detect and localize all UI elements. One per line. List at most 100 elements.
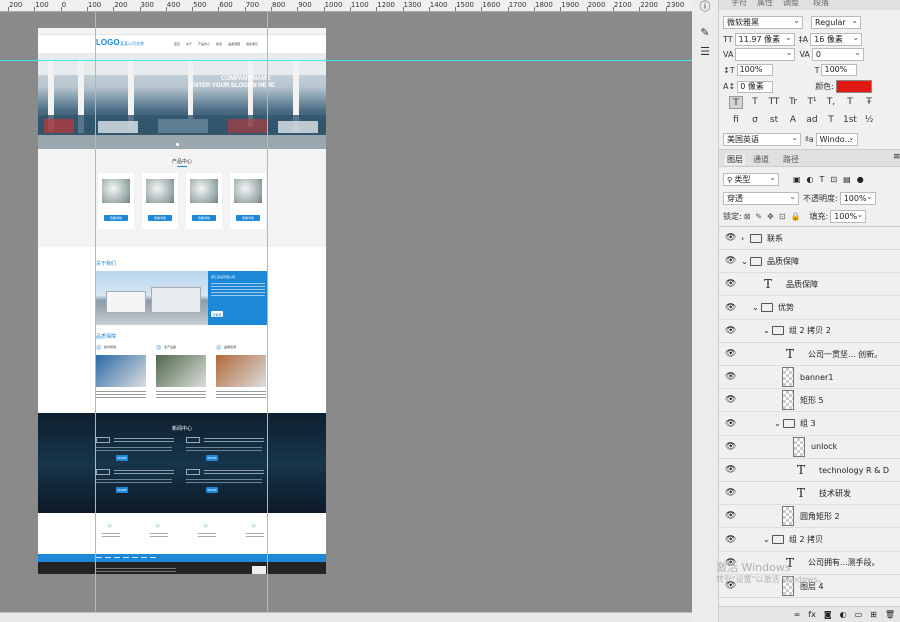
chevron-down-icon[interactable]: ⌄	[752, 303, 759, 312]
opentype-feature-button[interactable]: fi	[729, 114, 743, 127]
type-style-button[interactable]: TT	[767, 96, 781, 109]
horizontal-scrollbar[interactable]	[0, 612, 692, 622]
tab-channels[interactable]: 通道	[753, 154, 769, 165]
blend-mode-select[interactable]: 穿透	[723, 191, 799, 205]
horizontal-scale-input[interactable]: 100%	[821, 64, 858, 76]
product-card[interactable]: 查看详情	[142, 173, 178, 229]
layer-row[interactable]: 👁 T 品质保障	[719, 273, 900, 297]
visibility-eye-icon[interactable]: 👁	[725, 395, 736, 405]
layer-style-icon[interactable]: fx	[808, 610, 816, 619]
product-detail-button[interactable]: 查看详情	[192, 215, 216, 221]
visibility-eye-icon[interactable]: 👁	[725, 511, 736, 521]
opentype-feature-button[interactable]: ad	[805, 114, 819, 127]
layer-row[interactable]: 👁 T 公司一贯坚... 创新。	[719, 343, 900, 366]
opentype-feature-button[interactable]: 1st	[843, 114, 857, 127]
layer-row[interactable]: 👁 ⌄ 组 2 拷贝	[719, 529, 900, 552]
visibility-eye-icon[interactable]: 👁	[725, 256, 736, 266]
font-family-select[interactable]: 微软雅黑	[723, 15, 803, 29]
chevron-down-icon[interactable]: ⌄	[774, 419, 781, 428]
tab-attributes[interactable]: 属性	[757, 0, 773, 8]
opentype-feature-button[interactable]: σ	[748, 114, 762, 127]
info-icon[interactable]: ⓘ	[698, 0, 712, 14]
language-select[interactable]: 美国英语	[723, 132, 801, 146]
tab-character[interactable]: 字符	[731, 0, 747, 8]
tracking-input[interactable]: 0	[811, 47, 864, 61]
visibility-eye-icon[interactable]: 👁	[725, 535, 736, 545]
site-nav-item[interactable]: 联系我们	[246, 42, 258, 46]
chevron-down-icon[interactable]: ⌄	[763, 535, 770, 544]
chevron-down-icon[interactable]: ⌄	[763, 326, 770, 335]
baseline-shift-input[interactable]: 0 像素	[737, 80, 774, 93]
type-style-button[interactable]: T	[843, 96, 857, 109]
guide-horizontal[interactable]	[0, 60, 692, 61]
news-more-button[interactable]: MORE	[206, 487, 218, 493]
link-layers-icon[interactable]: ∞	[794, 610, 801, 619]
product-detail-button[interactable]: 查看详情	[148, 215, 172, 221]
tab-paths[interactable]: 路径	[783, 154, 799, 165]
site-nav-item[interactable]: 新闻	[216, 42, 222, 46]
product-card[interactable]: 查看详情	[186, 173, 222, 229]
filter-toggle-icon[interactable]: ●	[857, 175, 864, 184]
visibility-eye-icon[interactable]: 👁	[725, 419, 736, 429]
layer-row[interactable]: 👁 T 技术研发	[719, 482, 900, 506]
antialias-select[interactable]: Windo...	[815, 132, 858, 146]
font-style-select[interactable]: Regular	[811, 15, 861, 29]
adjustment-layer-icon[interactable]: ◐	[840, 610, 847, 619]
site-nav-item[interactable]: 关于	[186, 42, 192, 46]
panel-menu-icon[interactable]: ≡	[893, 152, 900, 162]
layer-row[interactable]: 👁 Ttechnology R & D	[719, 459, 900, 482]
horizontal-ruler[interactable]: 200 100 0 100 200 300 400 500 600 700 800 900 1000 11…	[0, 0, 692, 12]
layer-row[interactable]: 👁 unlock	[719, 436, 900, 459]
guide-vertical-left[interactable]	[95, 12, 96, 612]
layer-row[interactable]: 👁 圆角矩形 2	[719, 505, 900, 529]
layer-row[interactable]: 👁 ⌄ 品质保障	[719, 250, 900, 274]
delete-layer-icon[interactable]: 🗑	[885, 610, 895, 619]
font-size-input[interactable]: 11.97 像素	[734, 32, 795, 46]
opentype-feature-button[interactable]: T	[824, 114, 838, 127]
new-layer-icon[interactable]: ⊞	[870, 610, 877, 619]
opentype-feature-button[interactable]: A	[786, 114, 800, 127]
layer-row[interactable]: 👁 banner1	[719, 366, 900, 390]
filter-type-icons[interactable]: ▣◐T⊡▤	[793, 175, 857, 184]
layer-row[interactable]: 👁 ⌄ 组 2 拷贝 2	[719, 320, 900, 343]
visibility-eye-icon[interactable]: 👁	[725, 465, 736, 475]
visibility-eye-icon[interactable]: 👁	[725, 349, 736, 359]
tab-paragraph[interactable]: 段落	[813, 0, 829, 8]
news-more-button[interactable]: MORE	[116, 455, 128, 461]
tab-adjustments[interactable]: 调整	[783, 0, 799, 8]
layer-row[interactable]: 👁 ⌄ 组 3	[719, 413, 900, 436]
visibility-eye-icon[interactable]: 👁	[725, 279, 736, 289]
visibility-eye-icon[interactable]: 👁	[725, 303, 736, 313]
product-detail-button[interactable]: 查看详情	[104, 215, 128, 221]
layer-row[interactable]: 👁 矩形 5	[719, 389, 900, 413]
new-group-icon[interactable]: ▭	[855, 610, 863, 619]
type-style-button[interactable]: Ŧ	[862, 96, 876, 109]
visibility-eye-icon[interactable]: 👁	[725, 488, 736, 498]
type-style-button[interactable]: Tr	[786, 96, 800, 109]
chevron-down-icon[interactable]: ⌄	[741, 257, 748, 266]
site-nav-item[interactable]: 品质保障	[228, 42, 240, 46]
fill-input[interactable]: 100%	[830, 209, 867, 223]
type-style-button[interactable]: T,	[824, 96, 838, 109]
news-more-button[interactable]: MORE	[116, 487, 128, 493]
about-more-button[interactable]: 查看更多	[211, 311, 223, 323]
site-nav-item[interactable]: 产品中心	[198, 42, 210, 46]
text-color-swatch[interactable]	[835, 80, 872, 93]
lock-icons[interactable]: ⊠✎✥⊡🔒	[744, 212, 806, 221]
chevron-right-icon[interactable]: ›	[741, 234, 744, 243]
type-style-button[interactable]: T	[748, 96, 762, 109]
brush-preset-icon[interactable]: ✎	[698, 26, 712, 40]
layer-filter-select[interactable]: ⚲ 类型	[723, 172, 779, 186]
vertical-scale-input[interactable]: 100%	[736, 64, 773, 76]
site-nav-item[interactable]: 首页	[174, 42, 180, 46]
opentype-feature-button[interactable]: st	[767, 114, 781, 127]
visibility-eye-icon[interactable]: 👁	[725, 233, 736, 243]
opentype-feature-button[interactable]: ½	[862, 114, 876, 127]
opacity-input[interactable]: 100%	[839, 191, 876, 205]
kerning-input[interactable]	[735, 47, 796, 61]
layer-mask-icon[interactable]: ◙	[824, 610, 832, 619]
product-card[interactable]: 查看详情	[230, 173, 266, 229]
product-card[interactable]: 查看详情	[98, 173, 134, 229]
adjust-sliders-icon[interactable]: ☰	[698, 45, 712, 59]
visibility-eye-icon[interactable]: 👁	[725, 442, 736, 452]
